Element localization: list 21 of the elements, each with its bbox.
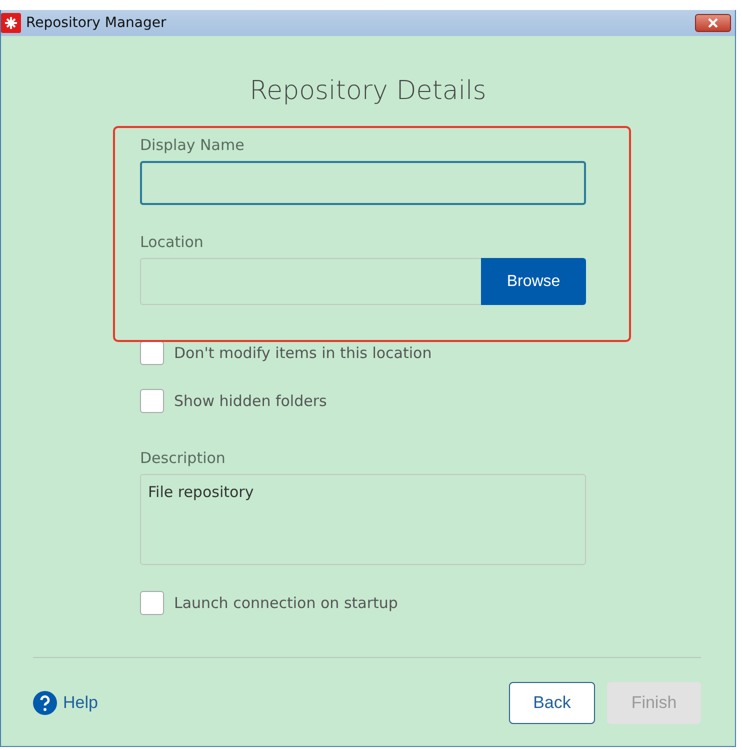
field-label: Display Name: [140, 136, 246, 154]
checkbox[interactable]: [140, 389, 164, 413]
description-field[interactable]: File repository: [140, 474, 586, 565]
help-icon[interactable]: [33, 691, 57, 715]
help-link[interactable]: Help: [63, 693, 98, 713]
browse-button[interactable]: Browse: [481, 258, 586, 305]
app-icon: [1, 13, 21, 33]
footer-button[interactable]: Back: [509, 682, 595, 724]
checkbox-label: Don't modify items in this location: [174, 344, 432, 362]
dialog-heading: Repository Details: [248, 76, 488, 106]
field-label: Description: [140, 449, 226, 467]
location-field[interactable]: [140, 258, 481, 305]
close-button[interactable]: [695, 14, 731, 32]
display-name-field[interactable]: [140, 161, 586, 205]
checkbox-label: Show hidden folders: [174, 392, 327, 410]
checkbox[interactable]: [140, 591, 164, 615]
close-icon: [707, 18, 719, 28]
checkbox-label: Launch connection on startup: [174, 594, 398, 612]
field-label: Location: [140, 233, 204, 251]
window-title: Repository Manager: [26, 15, 168, 31]
checkbox[interactable]: [140, 341, 164, 365]
